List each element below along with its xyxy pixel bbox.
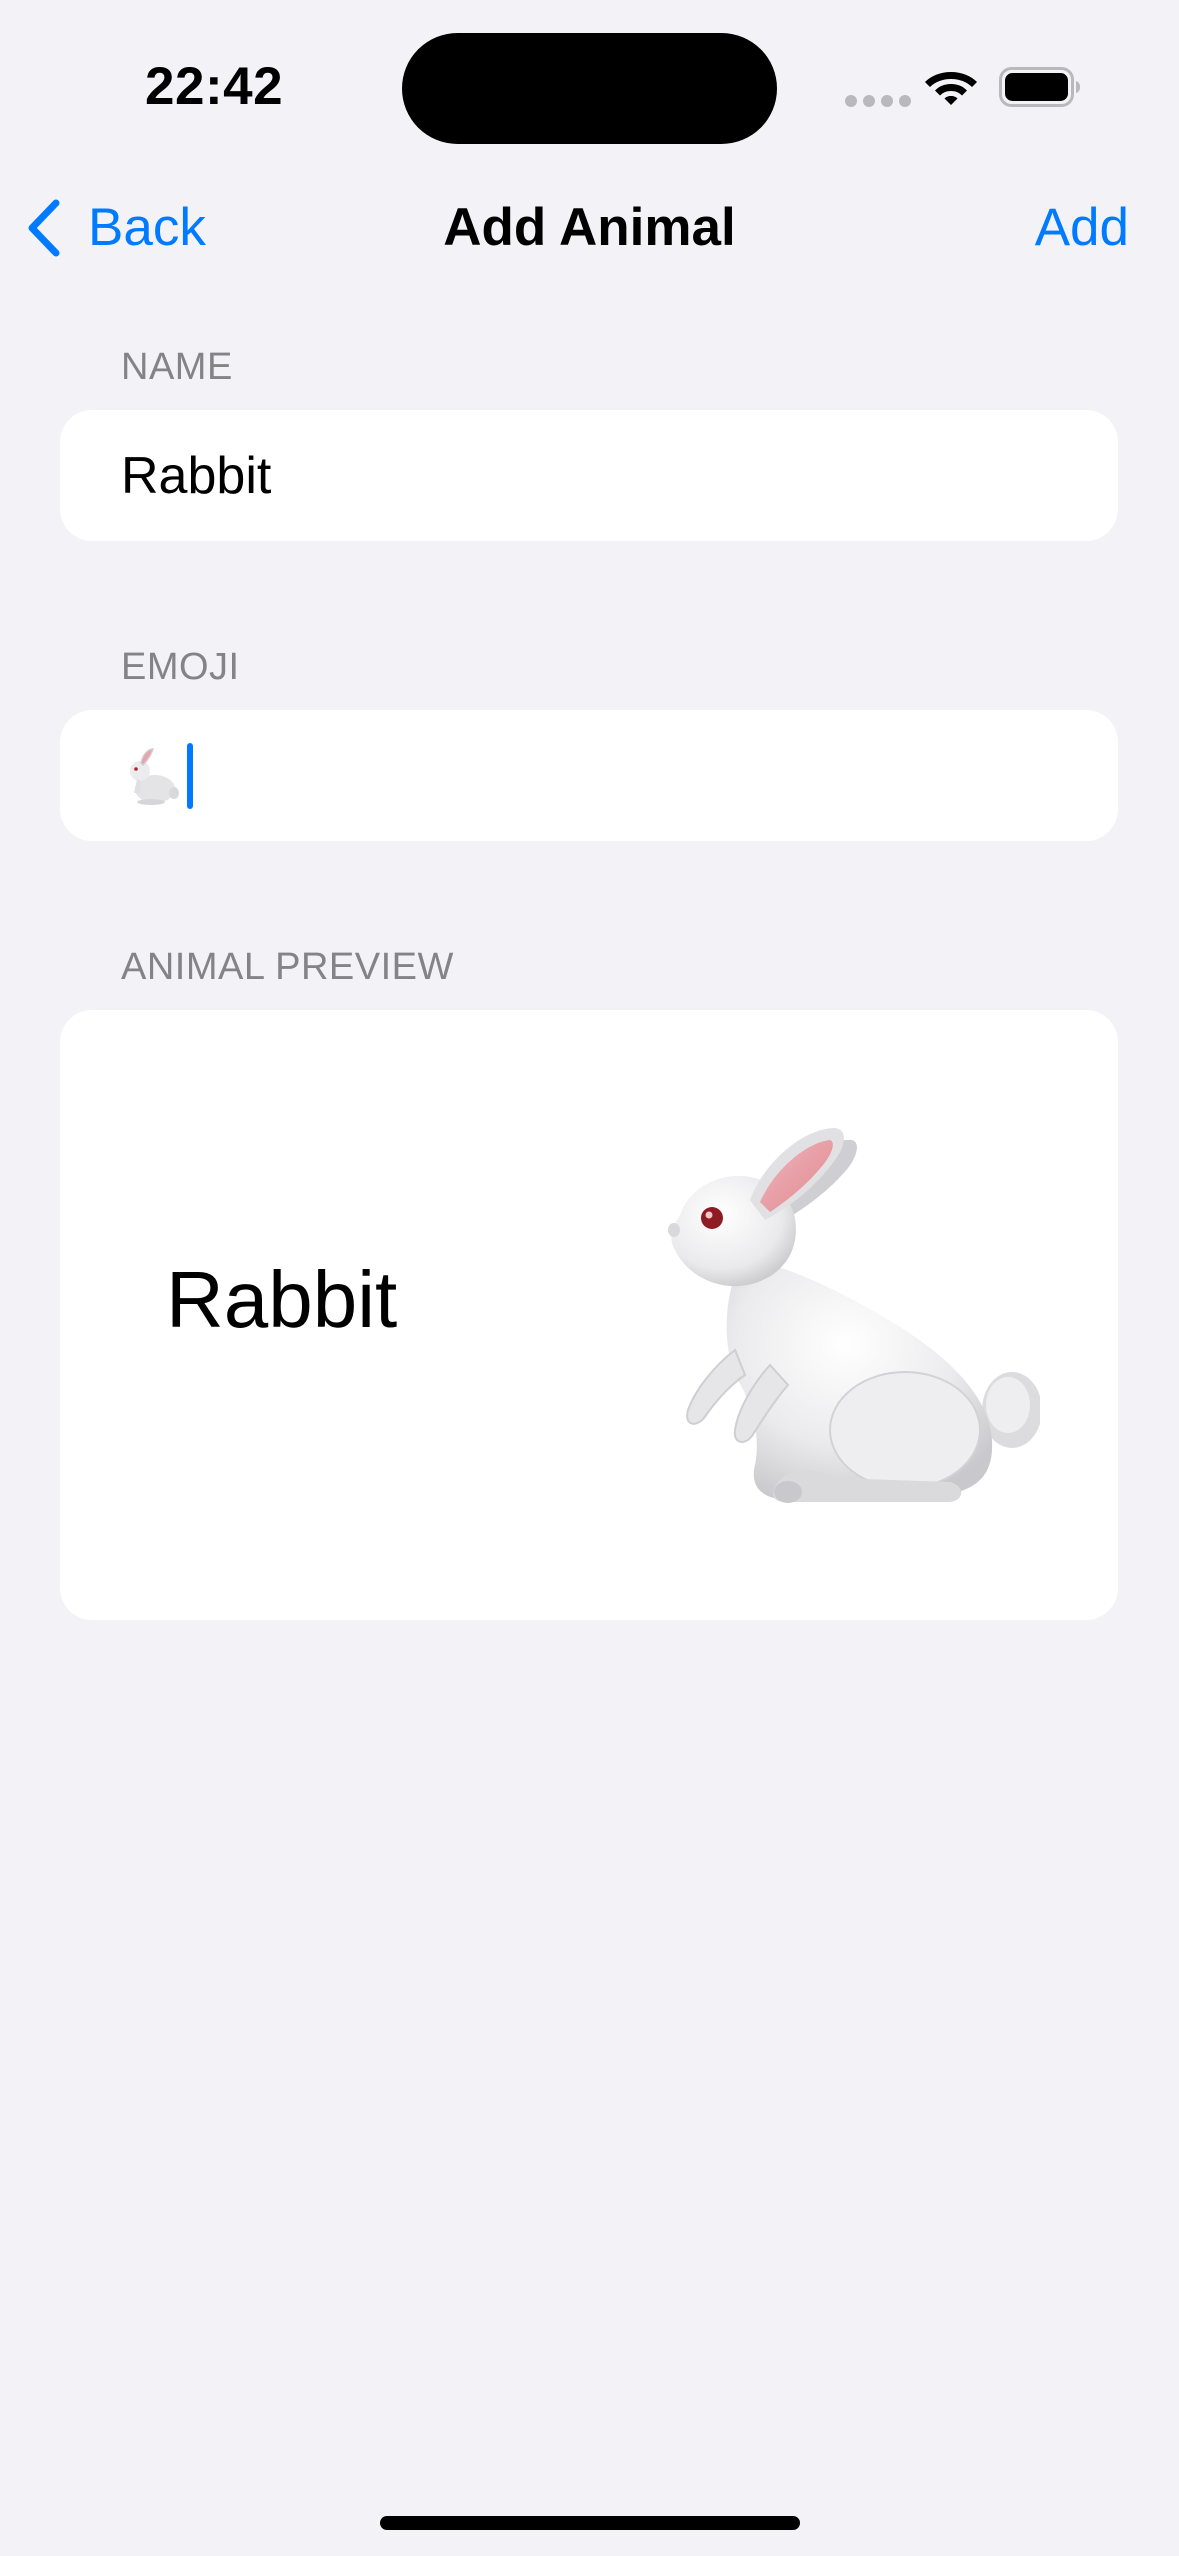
rabbit-emoji-icon xyxy=(668,1128,1040,1503)
home-indicator[interactable] xyxy=(380,2516,800,2530)
battery-icon xyxy=(999,67,1080,107)
rabbit-emoji-icon xyxy=(130,747,179,805)
name-field-value: Rabbit xyxy=(121,446,272,505)
status-time: 22:42 xyxy=(145,57,284,116)
wifi-icon xyxy=(925,72,977,105)
back-button[interactable]: Back xyxy=(24,190,206,265)
preview-section-header: ANIMAL PREVIEW xyxy=(121,946,454,988)
add-button[interactable]: Add xyxy=(1035,190,1129,265)
name-field[interactable]: Rabbit xyxy=(60,410,1118,541)
back-button-label: Back xyxy=(88,198,206,257)
text-cursor xyxy=(187,742,193,809)
dynamic-island xyxy=(402,33,777,144)
animal-preview-card: Rabbit xyxy=(60,1010,1118,1620)
signal-dots-icon xyxy=(845,95,911,107)
name-section-header: NAME xyxy=(121,346,233,388)
emoji-section-header: EMOJI xyxy=(121,646,240,688)
chevron-left-icon xyxy=(28,199,60,256)
preview-animal-name: Rabbit xyxy=(166,1255,398,1344)
emoji-field[interactable] xyxy=(60,710,1118,841)
